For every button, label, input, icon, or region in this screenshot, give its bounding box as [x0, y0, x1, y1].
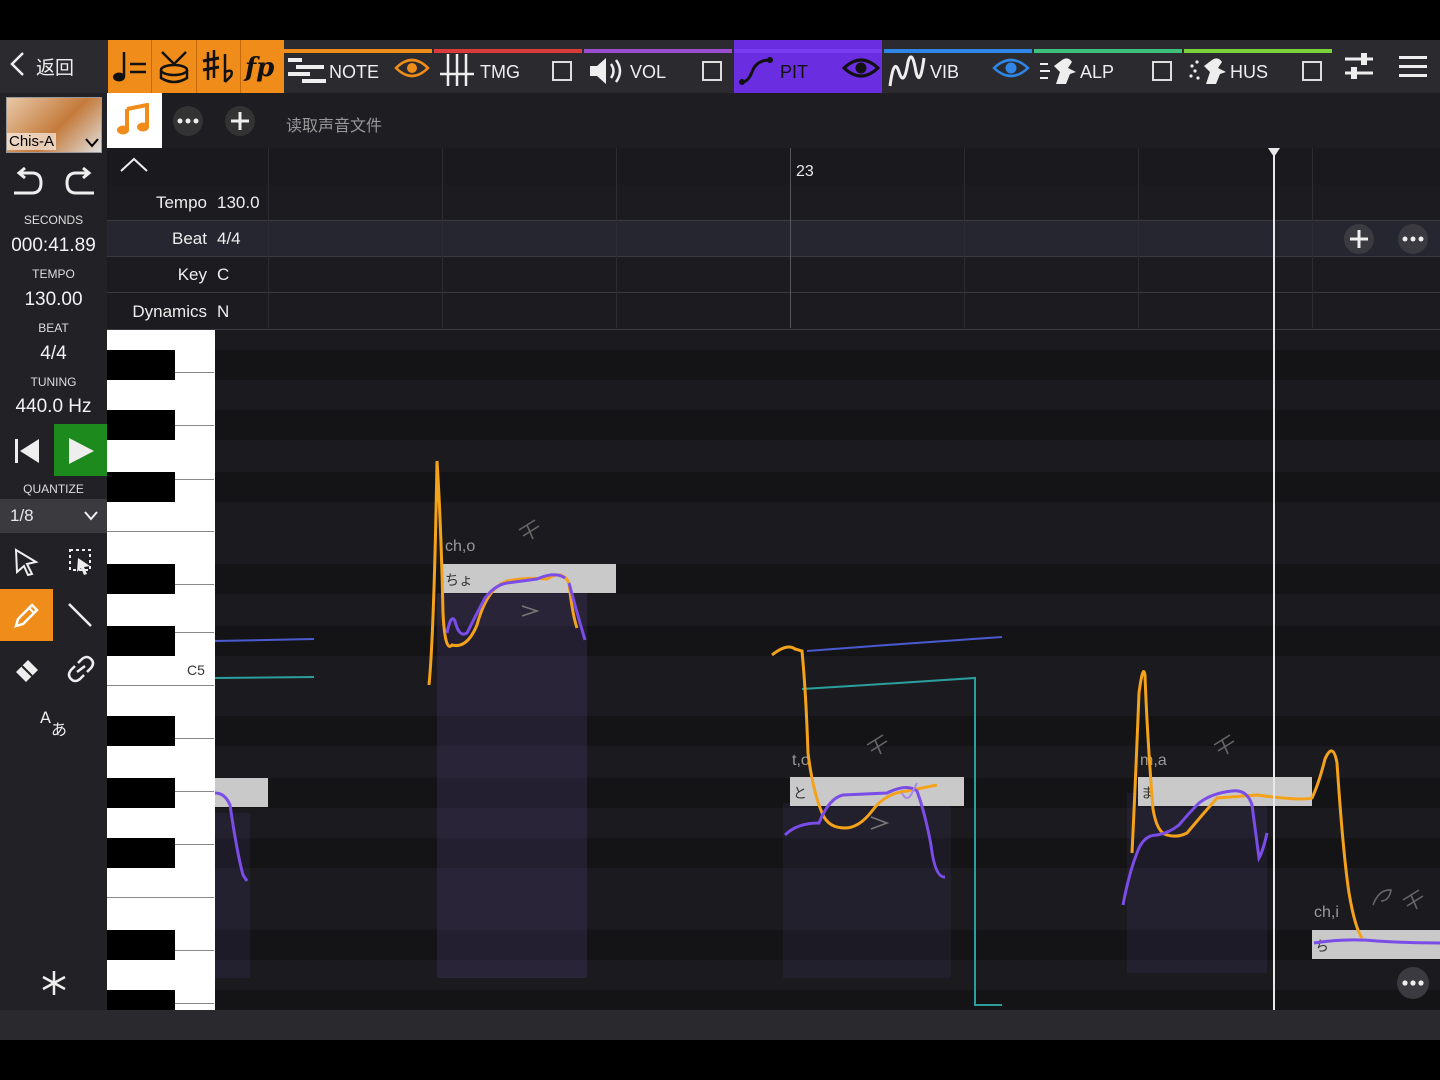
lyrics-input-icon[interactable]: A あ — [38, 707, 72, 739]
quantize-select[interactable]: 1/8 — [0, 499, 107, 533]
tab-hus[interactable]: HUS — [1184, 40, 1332, 93]
chevron-down-icon — [84, 511, 98, 521]
tempo-label: TEMPO — [32, 267, 75, 281]
eye-icon[interactable] — [842, 56, 880, 80]
tuning-value[interactable]: 440.0 Hz — [0, 396, 107, 418]
drum-icon — [159, 50, 189, 83]
marquee-select-icon[interactable] — [68, 548, 94, 576]
seconds-label: SECONDS — [23, 213, 84, 227]
voicebank-name: Chis-A — [7, 133, 57, 150]
sharp-flat-icon — [202, 49, 234, 83]
link-chain-icon[interactable] — [66, 655, 96, 683]
editor-area: 读取声音文件 23 Tempo 130.0 Beat 4/4 Key C Dyn… — [107, 93, 1440, 1010]
tab-tmg[interactable]: TMG — [434, 40, 582, 93]
more-options-icon[interactable] — [1396, 966, 1430, 1000]
tab-hus-toggle[interactable] — [1302, 61, 1322, 81]
snowflake-icon[interactable] — [40, 969, 68, 997]
svg-text:あ: あ — [51, 720, 67, 739]
pitch-curves[interactable] — [107, 93, 1440, 1010]
beat-value[interactable]: 4/4 — [0, 343, 107, 365]
beat-label: BEAT — [38, 321, 69, 335]
back-label: 返回 — [36, 58, 75, 79]
mixer-sliders-icon[interactable] — [1343, 51, 1375, 81]
skip-to-start-icon — [15, 439, 39, 463]
back-button[interactable]: 返回 — [8, 40, 74, 93]
quantize-value: 1/8 — [10, 506, 34, 525]
tab-tmg-label: TMG — [480, 62, 520, 82]
note-tool-group: fp — [108, 40, 284, 93]
chevron-down-icon — [85, 138, 99, 148]
husky-figure-icon — [1189, 58, 1226, 84]
voicebank-avatar[interactable]: Chis-A — [6, 97, 102, 153]
redo-icon[interactable] — [64, 167, 98, 197]
tab-vib[interactable]: VIB — [884, 40, 1032, 93]
eye-icon[interactable] — [394, 56, 430, 80]
quarter-note-equals-icon — [112, 51, 146, 81]
playhead[interactable] — [1273, 151, 1275, 1010]
drum-button[interactable] — [152, 40, 197, 93]
accidental-button[interactable] — [197, 40, 241, 93]
pencil-tool-button[interactable] — [0, 589, 53, 641]
tab-alp-label: ALP — [1080, 62, 1115, 82]
top-toolbar: 返回 fp NOTE TMG VOL PIT VIB ALP HUS — [0, 40, 1440, 93]
tempo-note-button[interactable] — [108, 40, 153, 93]
tab-vol[interactable]: VOL — [584, 40, 732, 93]
tab-hus-label: HUS — [1230, 62, 1269, 82]
svg-text:A: A — [40, 708, 51, 727]
eye-icon[interactable] — [992, 56, 1030, 80]
left-panel: Chis-A SECONDS 000:41.89 TEMPO 130.00 BE… — [0, 93, 107, 1040]
tempo-value[interactable]: 130.00 — [0, 289, 107, 311]
hamburger-menu-icon[interactable] — [1398, 53, 1428, 79]
play-icon — [69, 438, 94, 464]
tab-vol-label: VOL — [630, 62, 667, 82]
tab-vol-toggle[interactable] — [702, 61, 722, 81]
undo-icon[interactable] — [10, 167, 44, 197]
pitch-curve-icon — [739, 57, 773, 85]
bottom-scrollbar[interactable] — [0, 1010, 1440, 1040]
svg-text:fp: fp — [243, 53, 274, 83]
tab-tmg-toggle[interactable] — [552, 61, 572, 81]
eraser-icon[interactable] — [13, 655, 41, 683]
play-button[interactable] — [54, 424, 107, 476]
breath-figure-icon — [1040, 58, 1076, 84]
line-tool-icon[interactable] — [66, 601, 94, 629]
vibrato-icon — [888, 55, 926, 87]
playhead-handle[interactable] — [1268, 148, 1280, 157]
tab-alp[interactable]: ALP — [1034, 40, 1182, 93]
pointer-arrow-icon[interactable] — [14, 548, 40, 576]
pencil-icon — [14, 603, 39, 628]
tab-alp-toggle[interactable] — [1152, 61, 1172, 81]
quantize-label: QUANTIZE — [23, 482, 84, 496]
tab-vib-label: VIB — [930, 62, 960, 82]
chevron-left-icon — [8, 50, 28, 84]
tuning-label: TUNING — [30, 375, 77, 389]
tab-pit-label: PIT — [780, 62, 809, 82]
note-lines-icon — [288, 58, 326, 83]
rewind-button[interactable] — [0, 424, 53, 476]
speaker-icon — [590, 58, 622, 84]
timing-grid-icon — [440, 54, 474, 86]
seconds-value: 000:41.89 — [11, 235, 96, 256]
dynamics-button[interactable]: fp — [241, 40, 284, 93]
tab-pit[interactable]: PIT — [734, 40, 882, 93]
tab-note-label: NOTE — [329, 62, 380, 82]
tab-note[interactable]: NOTE — [284, 40, 432, 93]
fp-dynamics-icon: fp — [243, 53, 274, 83]
